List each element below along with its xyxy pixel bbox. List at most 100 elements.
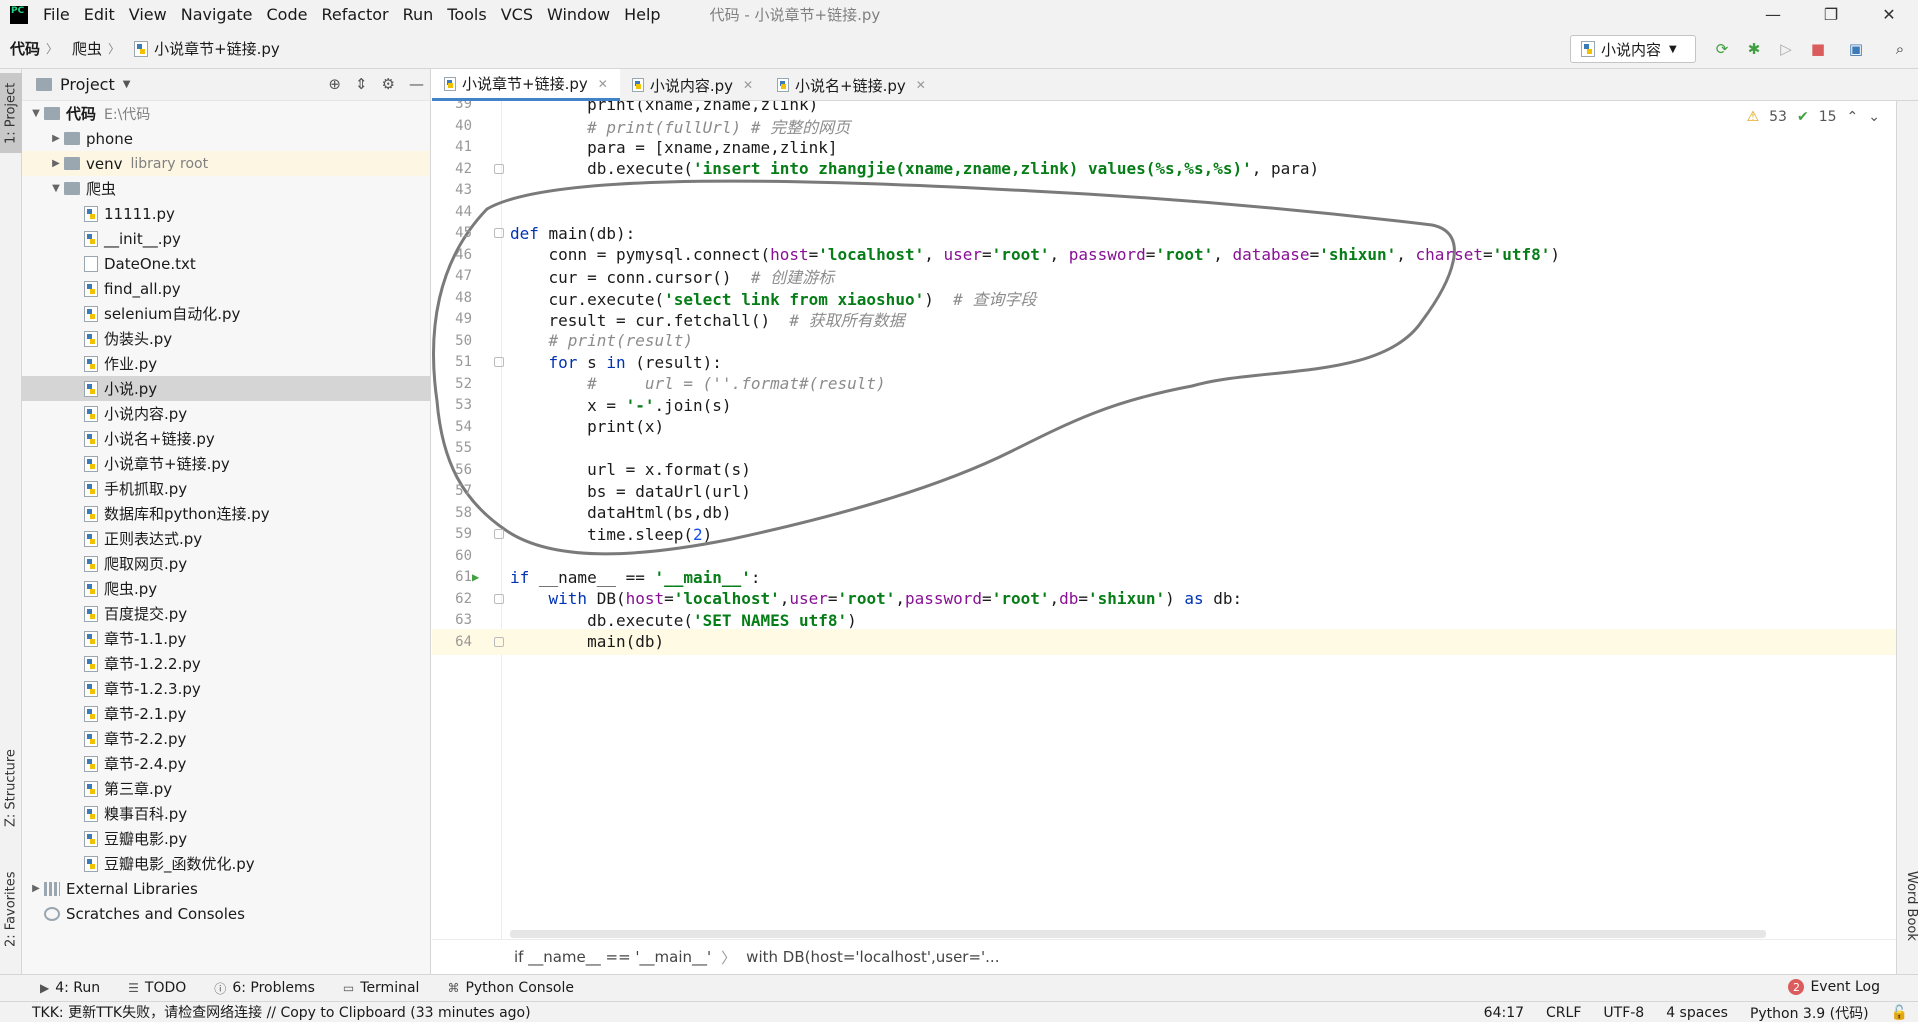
menu-file[interactable]: File: [36, 5, 77, 24]
terminal-tool-button[interactable]: ▭ Terminal: [343, 980, 420, 996]
tree-scratches[interactable]: Scratches and Consoles: [22, 901, 430, 926]
tab-project[interactable]: 1: Project: [0, 73, 22, 153]
fold-icon[interactable]: [494, 529, 504, 539]
tree-root[interactable]: ▼ 代码 E:\代码: [22, 101, 430, 126]
python-interpreter[interactable]: Python 3.9 (代码): [1750, 1003, 1869, 1022]
tab-novel-content[interactable]: 小说内容.py ✕: [620, 69, 765, 101]
run-tool-button[interactable]: ▶ 4: Run: [40, 980, 100, 996]
fold-icon[interactable]: [494, 357, 504, 367]
tab-novel-name-links[interactable]: 小说名+链接.py ✕: [765, 69, 938, 101]
close-icon[interactable]: ✕: [1860, 0, 1918, 29]
close-icon[interactable]: ✕: [598, 77, 608, 91]
collapse-all-icon[interactable]: ⇕: [355, 75, 368, 93]
problems-tool-button[interactable]: ⓘ 6: Problems: [214, 980, 315, 997]
translate-icon[interactable]: ▣: [1846, 39, 1866, 59]
indent-setting[interactable]: 4 spaces: [1666, 1005, 1728, 1021]
menu-edit[interactable]: Edit: [77, 5, 122, 24]
menu-tools[interactable]: Tools: [440, 5, 493, 24]
crumb-with-db[interactable]: with DB(host='localhost',user='...: [746, 948, 999, 966]
caret-position[interactable]: 64:17: [1484, 1005, 1524, 1021]
tree-item[interactable]: selenium自动化.py: [22, 301, 430, 326]
tree-item[interactable]: ▼ 爬虫: [22, 176, 430, 201]
minimize-icon[interactable]: —: [1744, 0, 1802, 29]
fold-icon[interactable]: [494, 593, 504, 604]
breadcrumb-project[interactable]: 代码〉: [0, 38, 62, 59]
breadcrumb-file[interactable]: 小说章节+链接.py: [124, 38, 284, 59]
menu-window[interactable]: Window: [540, 5, 617, 24]
gear-icon[interactable]: ⚙: [382, 75, 395, 93]
breadcrumb-folder[interactable]: 爬虫〉: [62, 38, 124, 59]
tab-structure[interactable]: Z: Structure: [0, 735, 22, 841]
search-icon[interactable]: ⌕: [1890, 39, 1910, 59]
horizontal-scrollbar[interactable]: [510, 930, 1766, 938]
fold-icon[interactable]: [494, 228, 504, 238]
chevron-right-icon[interactable]: ▶: [48, 133, 64, 144]
tree-item[interactable]: 章节-2.1.py: [22, 701, 430, 726]
run-configuration-select[interactable]: 小说内容 ▼: [1570, 35, 1696, 63]
tree-item[interactable]: 作业.py: [22, 351, 430, 376]
tree-item[interactable]: 糗事百科.py: [22, 801, 430, 826]
todo-tool-button[interactable]: ☰ TODO: [128, 980, 186, 996]
tree-item[interactable]: 章节-2.4.py: [22, 751, 430, 776]
menu-code[interactable]: Code: [260, 5, 315, 24]
lock-icon[interactable]: 🔓: [1891, 1005, 1908, 1021]
tree-item[interactable]: __init__.py: [22, 226, 430, 251]
tree-item[interactable]: 豆瓣电影.py: [22, 826, 430, 851]
debug-icon[interactable]: ✱: [1744, 39, 1764, 59]
tree-item[interactable]: 数据库和python连接.py: [22, 501, 430, 526]
menu-help[interactable]: Help: [617, 5, 667, 24]
line-separator[interactable]: CRLF: [1546, 1005, 1581, 1021]
tree-item[interactable]: 爬取网页.py: [22, 551, 430, 576]
restore-icon[interactable]: ❐: [1802, 0, 1860, 29]
chevron-right-icon[interactable]: ▶: [28, 883, 44, 894]
chevron-right-icon[interactable]: ▶: [48, 158, 64, 169]
chevron-down-icon[interactable]: ▼: [48, 183, 64, 194]
tree-item[interactable]: 章节-1.1.py: [22, 626, 430, 651]
tab-chapter-links[interactable]: 小说章节+链接.py ✕: [432, 69, 620, 101]
tree-item[interactable]: 豆瓣电影_函数优化.py: [22, 851, 430, 876]
tree-item[interactable]: 手机抓取.py: [22, 476, 430, 501]
menu-vcs[interactable]: VCS: [494, 5, 540, 24]
tree-item[interactable]: 爬虫.py: [22, 576, 430, 601]
tab-favorites[interactable]: 2: Favorites: [0, 855, 22, 963]
code-editor[interactable]: ⚠ 53 ✔ 15 ⌃ ⌄ 39 print(xname,zname,zlink…: [432, 101, 1918, 939]
tree-item[interactable]: 小说名+链接.py: [22, 426, 430, 451]
tree-item[interactable]: DateOne.txt: [22, 251, 430, 276]
stop-icon[interactable]: ■: [1808, 39, 1828, 59]
file-encoding[interactable]: UTF-8: [1603, 1005, 1644, 1021]
tree-external-libraries[interactable]: ▶ External Libraries: [22, 876, 430, 901]
tree-item[interactable]: 正则表达式.py: [22, 526, 430, 551]
tree-item[interactable]: 第三章.py: [22, 776, 430, 801]
close-icon[interactable]: ✕: [743, 78, 753, 92]
tree-item[interactable]: 小说.py: [22, 376, 430, 401]
tree-item[interactable]: 章节-1.2.3.py: [22, 676, 430, 701]
tree-item[interactable]: 小说章节+链接.py: [22, 451, 430, 476]
tree-item[interactable]: find_all.py: [22, 276, 430, 301]
close-icon[interactable]: ✕: [916, 78, 926, 92]
menu-navigate[interactable]: Navigate: [174, 5, 260, 24]
crumb-if-main[interactable]: if __name__ == '__main__': [514, 948, 711, 966]
fold-icon[interactable]: [494, 636, 504, 647]
event-log-button[interactable]: 2 Event Log: [1788, 979, 1880, 995]
tab-word-book[interactable]: Word Book: [1897, 871, 1918, 941]
tree-item[interactable]: ▶ venv library root: [22, 151, 430, 176]
coverage-icon[interactable]: ▷: [1776, 39, 1796, 59]
run-gutter-icon[interactable]: ▶: [472, 570, 479, 584]
rerun-icon[interactable]: ⟳: [1712, 39, 1732, 59]
menu-refactor[interactable]: Refactor: [314, 5, 395, 24]
tree-item[interactable]: 小说内容.py: [22, 401, 430, 426]
menu-run[interactable]: Run: [396, 5, 441, 24]
code-line[interactable]: 64 main(db): [432, 628, 1918, 655]
status-message[interactable]: TKK: 更新TTK失败，请检查网络连接 // Copy to Clipboar…: [0, 1002, 531, 1022]
locate-icon[interactable]: ⊕: [328, 75, 341, 93]
hide-icon[interactable]: —: [409, 75, 424, 93]
fold-icon[interactable]: [494, 163, 504, 174]
menu-view[interactable]: View: [122, 5, 174, 24]
tree-item[interactable]: 章节-1.2.2.py: [22, 651, 430, 676]
tree-item[interactable]: 伪装头.py: [22, 326, 430, 351]
tree-item[interactable]: 11111.py: [22, 201, 430, 226]
tree-item[interactable]: ▶ phone: [22, 126, 430, 151]
python-console-tool-button[interactable]: ⌘ Python Console: [447, 980, 574, 996]
tree-item[interactable]: 章节-2.2.py: [22, 726, 430, 751]
tree-item[interactable]: 百度提交.py: [22, 601, 430, 626]
